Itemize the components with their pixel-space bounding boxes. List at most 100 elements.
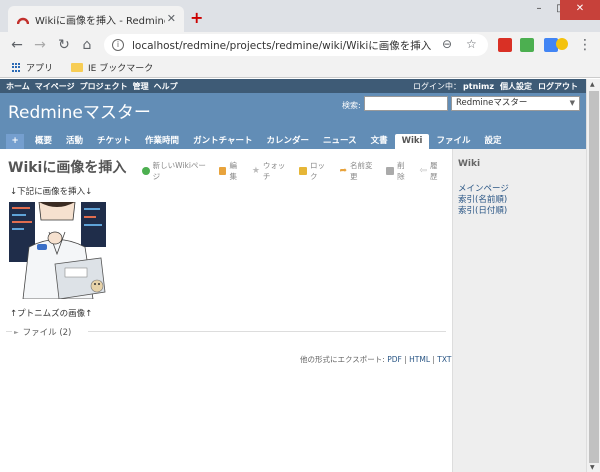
rename-link[interactable]: ➦ 名前変更 [339,160,378,182]
project-title[interactable]: Redmineマスター [8,98,151,123]
edit-link[interactable]: 編集 [218,160,244,182]
tab-time-entries[interactable]: 作業時間 [138,134,186,149]
scroll-down-icon[interactable]: ▼ [590,464,595,471]
tab-gantt[interactable]: ガントチャート [186,134,259,149]
redmine-favicon-icon [17,17,29,25]
login-label: ログイン中： [413,81,462,91]
export-formats: 他の形式にエクスポート: PDF | HTML | TXT [300,355,452,364]
expand-arrow-icon: ► [14,328,19,336]
tab-files[interactable]: ファイル [429,134,477,149]
edit-icon [218,167,227,175]
action-label: 編集 [229,161,237,181]
chevron-down-icon: ▼ [569,99,575,107]
tab-documents[interactable]: 文書 [364,134,395,149]
folder-icon [71,63,84,72]
search-input[interactable] [364,96,448,111]
wiki-paragraph: ↓下記に画像を挿入↓ [10,187,93,197]
home-icon[interactable]: ⌂ [78,36,96,54]
topmenu-help[interactable]: ヘルプ [154,81,178,92]
scroll-thumb[interactable] [589,91,599,463]
back-icon[interactable]: ← [8,36,26,54]
extension-icon[interactable] [498,38,512,52]
extension-icon[interactable] [520,38,534,52]
bookmark-star-icon[interactable]: ☆ [466,37,477,51]
action-label: 削除 [397,161,405,181]
reload-icon[interactable]: ↻ [55,36,73,54]
export-html-link[interactable]: HTML [409,355,430,364]
attachments-label: ファイル (2) [22,328,72,338]
tab-settings[interactable]: 設定 [477,134,508,149]
lock-link[interactable]: ロック [299,160,331,182]
ptnimz-illustration [9,202,106,299]
main-menu: + 概要 活動 チケット 作業時間 ガントチャート カレンダー ニュース 文書 … [6,133,508,149]
tab-wiki[interactable]: Wiki [394,134,430,149]
user-link[interactable]: ptnimz [463,82,494,91]
tab-calendar[interactable]: カレンダー [259,134,316,149]
bookmark-label: IE ブックマーク [88,64,154,74]
project-select-value: Redmineマスター [456,98,528,108]
attachments-toggle[interactable]: ► ファイル (2) [14,326,446,338]
sidebar-link-index-by-date[interactable]: 索引(日付順) [458,206,581,217]
project-jump-select[interactable]: Redmineマスター ▼ [451,96,580,111]
fieldset-divider [6,331,12,332]
profile-avatar-icon[interactable] [556,38,568,50]
wiki-actions: 新しいWikiページ 編集 ★ ウォッチ ロック ➦ 名前変更 削除 ⇦ 履歴 [142,160,452,182]
bookmarks-bar: アプリ IE ブックマーク [0,58,600,78]
my-account-link[interactable]: 個人設定 [500,81,532,92]
sidebar: Wiki メインページ 索引(名前順) 索引(日付順) [452,149,586,472]
fieldset-divider [88,331,446,332]
wiki-embedded-image [9,202,106,299]
zoom-icon[interactable]: ⊖ [442,37,452,51]
redmine-header: Redmineマスター 検索: Redmineマスター ▼ + 概要 活動 チケ… [0,93,586,149]
wiki-paragraph: ↑プトニムズの画像↑ [10,309,93,319]
topmenu-projects[interactable]: プロジェクト [80,81,128,92]
address-bar[interactable]: i localhost/redmine/projects/redmine/wik… [104,34,488,56]
sidebar-link-index-by-title[interactable]: 索引(名前順) [458,195,581,206]
rename-icon: ➦ [339,166,348,176]
export-label: 他の形式にエクスポート: [300,355,385,364]
bookmark-apps[interactable]: アプリ [12,61,53,74]
tab-issues[interactable]: チケット [90,134,138,149]
tab-news[interactable]: ニュース [316,134,364,149]
forward-icon[interactable]: → [31,36,49,54]
menu-icon[interactable]: ⋮ [576,36,594,54]
scroll-up-icon[interactable]: ▲ [590,81,595,88]
sidebar-title: Wiki [458,159,481,169]
action-label: 名前変更 [350,161,373,181]
history-link[interactable]: ⇦ 履歴 [419,160,444,182]
tab-activity[interactable]: 活動 [59,134,90,149]
sidebar-link-main-page[interactable]: メインページ [458,184,581,195]
bookmark-ie[interactable]: IE ブックマーク [71,61,153,74]
action-label: ロック [309,161,325,181]
window-close-icon[interactable]: ✕ [560,0,600,20]
export-pdf-link[interactable]: PDF [387,355,402,364]
browser-tab-bar: Wikiに画像を挿入 - Redmineマス ✕ + – □ ✕ [0,0,600,32]
apps-grid-icon [12,62,22,73]
info-icon[interactable]: i [112,39,124,51]
tab-title: Wikiに画像を挿入 - Redmineマス [35,15,165,27]
topmenu-admin[interactable]: 管理 [133,81,149,92]
star-icon: ★ [251,166,260,176]
new-wiki-page-link[interactable]: 新しいWikiページ [142,160,211,182]
wiki-content: Wikiに画像を挿入 新しいWikiページ 編集 ★ ウォッチ ロック ➦ 名前… [0,149,452,472]
tab-close-icon[interactable]: ✕ [167,12,176,25]
new-object-button[interactable]: + [6,134,24,149]
search-label: 検索: [342,101,361,110]
page-title: Wikiに画像を挿入 [8,160,127,176]
watch-link[interactable]: ★ ウォッチ [252,160,291,182]
redmine-top-menu: ホーム マイページ プロジェクト 管理 ヘルプ ログイン中： ptnimz 個人… [0,79,586,93]
account-menu: ログイン中： ptnimz 個人設定 ログアウト [407,79,578,93]
export-txt-link[interactable]: TXT [437,355,451,364]
action-label: 履歴 [429,161,438,181]
page-scrollbar[interactable]: ▲ ▼ [586,79,600,472]
action-label: ウォッチ [262,161,286,181]
topmenu-home[interactable]: ホーム [6,81,30,92]
browser-tab[interactable]: Wikiに画像を挿入 - Redmineマス ✕ [8,6,184,32]
action-label: 新しいWikiページ [152,161,206,181]
logout-link[interactable]: ログアウト [538,81,578,92]
new-tab-icon[interactable]: + [190,8,203,27]
topmenu-mypage[interactable]: マイページ [35,81,75,92]
tab-overview[interactable]: 概要 [28,134,59,149]
delete-link[interactable]: 削除 [386,160,411,182]
browser-toolbar: ← → ↻ ⌂ i localhost/redmine/projects/red… [0,32,600,58]
